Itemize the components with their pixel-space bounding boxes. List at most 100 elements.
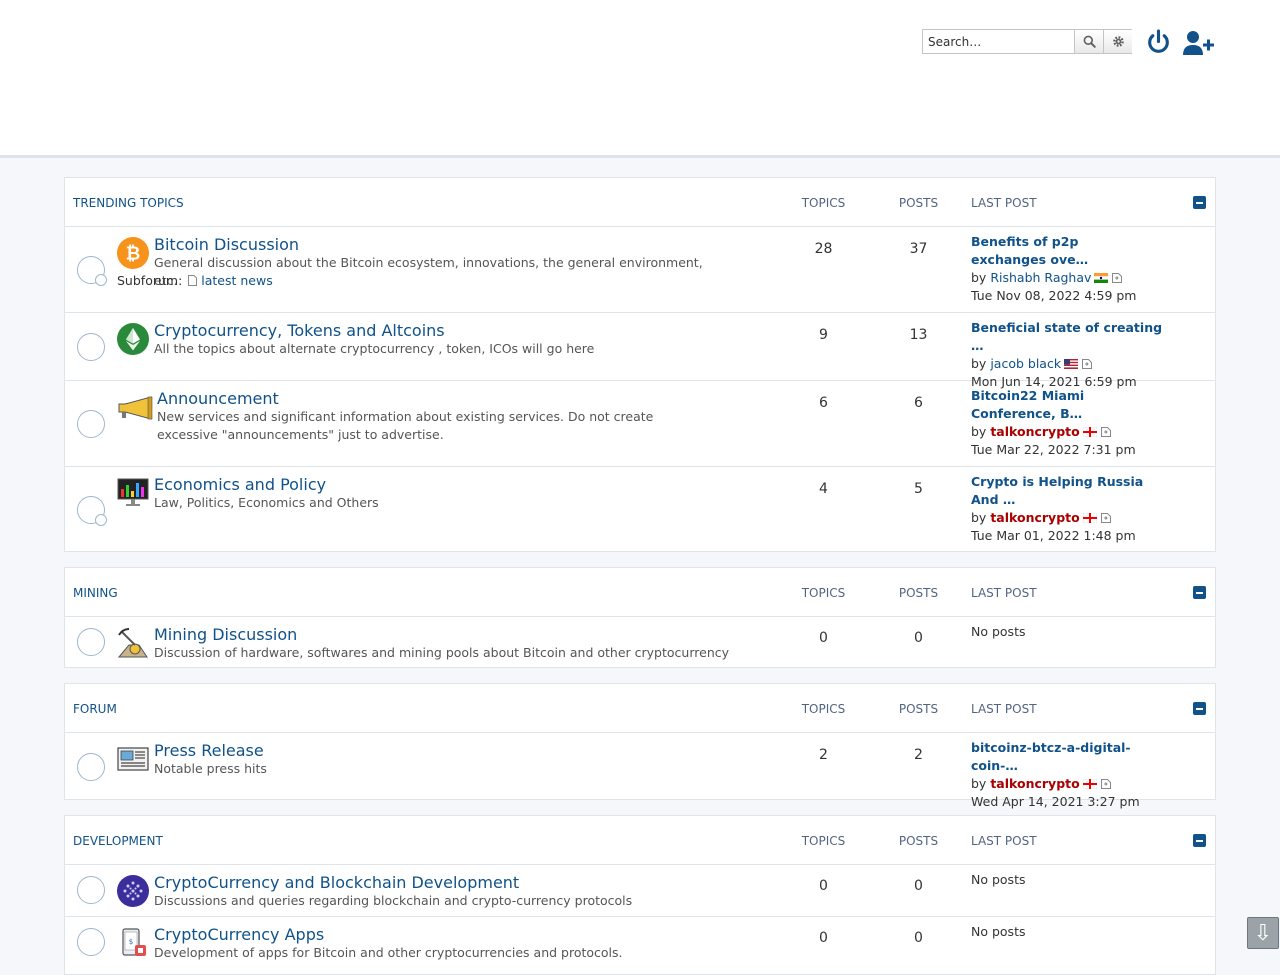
- author-link[interactable]: talkoncrypto: [990, 776, 1079, 791]
- forum-title-link[interactable]: CryptoCurrency and Blockchain Developmen…: [154, 873, 519, 892]
- author-link[interactable]: talkoncrypto: [990, 424, 1079, 439]
- category-forum: Forum Topics Posts Last post Press Relea…: [64, 683, 1216, 809]
- forum-row: Press Release Notable press hits 2 2 bit…: [65, 733, 1215, 809]
- forum-description: Development of apps for Bitcoin and othe…: [154, 945, 623, 960]
- forum-row: Cryptocurrency, Tokens and Altcoins All …: [65, 313, 1215, 389]
- subforum-label: Subforum:: [117, 273, 183, 288]
- ethereum-icon: [117, 323, 149, 355]
- scroll-down-button[interactable]: ⇩: [1247, 917, 1279, 949]
- georgia-flag-icon: [1082, 779, 1097, 789]
- forum-status-icon: [77, 753, 105, 781]
- topics-count: 2: [819, 747, 828, 763]
- arrow-down-icon: ⇩: [1253, 920, 1273, 946]
- topics-count: 0: [819, 630, 828, 646]
- no-posts-text: No posts: [971, 624, 1026, 639]
- by-label: by: [971, 776, 987, 791]
- search-input[interactable]: [923, 30, 1073, 53]
- forum-title-link[interactable]: Cryptocurrency, Tokens and Altcoins: [154, 321, 445, 340]
- column-posts: Posts: [898, 834, 939, 848]
- forum-row: Announcement New services and significan…: [65, 381, 1215, 467]
- no-posts-text: No posts: [971, 924, 1026, 939]
- view-latest-post-icon[interactable]: [1112, 273, 1123, 283]
- view-latest-post-icon[interactable]: [1100, 427, 1111, 437]
- last-post: Benefits of p2p exchanges ove… by Rishab…: [971, 233, 1143, 305]
- last-post: bitcoinz-btcz-a-digital-coin-… by talkon…: [971, 739, 1171, 811]
- last-post-title-link[interactable]: Benefits of p2p exchanges ove…: [971, 233, 1143, 269]
- search-box: [922, 29, 1132, 54]
- login-button[interactable]: [1146, 29, 1171, 60]
- collapse-icon[interactable]: [1193, 586, 1206, 599]
- topics-count: 0: [819, 878, 828, 894]
- column-topics: Topics: [801, 702, 846, 716]
- posts-count: 13: [909, 327, 928, 343]
- view-latest-post-icon[interactable]: [1100, 513, 1111, 523]
- forum-description: All the topics about alternate cryptocur…: [154, 341, 595, 356]
- blockchain-network-icon: [117, 875, 149, 907]
- advanced-search-button[interactable]: [1103, 30, 1132, 53]
- forum-status-icon: [77, 928, 105, 956]
- last-post-title-link[interactable]: Beneficial state of creating …: [971, 319, 1171, 355]
- category-title[interactable]: Trending Topics: [73, 196, 184, 210]
- last-post: No posts: [971, 871, 1171, 889]
- forum-title-link[interactable]: Mining Discussion: [154, 625, 297, 644]
- forum-row: $ CryptoCurrency Apps Development of app…: [65, 917, 1215, 975]
- forum-status-icon: [77, 333, 105, 361]
- forum-row: ₿ Bitcoin Discussion General discussion …: [65, 227, 1215, 313]
- no-posts-text: No posts: [971, 872, 1026, 887]
- power-icon: [1148, 29, 1169, 53]
- last-post: Crypto is Helping Russia And … by talkon…: [971, 473, 1151, 545]
- collapse-icon[interactable]: [1193, 834, 1206, 847]
- column-topics: Topics: [801, 834, 846, 848]
- forum-title-link[interactable]: Economics and Policy: [154, 475, 326, 494]
- forum-title-link[interactable]: CryptoCurrency Apps: [154, 925, 324, 944]
- column-topics: Topics: [801, 586, 846, 600]
- register-button[interactable]: [1182, 29, 1215, 61]
- last-post-author-line: by jacob black: [971, 356, 1093, 371]
- by-label: by: [971, 270, 987, 285]
- mining-pickaxe-icon: [117, 628, 148, 658]
- last-post-author-line: by talkoncrypto: [971, 424, 1111, 439]
- last-post: No posts: [971, 623, 1171, 641]
- category-header: Forum Topics Posts Last post: [65, 684, 1215, 733]
- view-latest-post-icon[interactable]: [1082, 359, 1093, 369]
- last-post-date: Tue Nov 08, 2022 4:59 pm: [971, 288, 1137, 303]
- category-header: Mining Topics Posts Last post: [65, 568, 1215, 617]
- collapse-icon[interactable]: [1193, 702, 1206, 715]
- last-post-title-link[interactable]: Bitcoin22 Miami Conference, B…: [971, 387, 1151, 423]
- column-last-post: Last post: [971, 196, 1037, 210]
- author-link[interactable]: jacob black: [990, 356, 1061, 371]
- category-title[interactable]: Mining: [73, 586, 118, 600]
- column-topics: Topics: [801, 196, 846, 210]
- by-label: by: [971, 424, 987, 439]
- by-label: by: [971, 356, 987, 371]
- subforum-status-icon: [95, 274, 107, 286]
- last-post-title-link[interactable]: bitcoinz-btcz-a-digital-coin-…: [971, 739, 1171, 775]
- georgia-flag-icon: [1082, 427, 1097, 437]
- collapse-icon[interactable]: [1193, 196, 1206, 209]
- topics-count: 0: [819, 930, 828, 946]
- megaphone-icon: [118, 396, 153, 420]
- posts-count: 0: [914, 630, 923, 646]
- column-last-post: Last post: [971, 834, 1037, 848]
- column-last-post: Last post: [971, 702, 1037, 716]
- last-post-title-link[interactable]: Crypto is Helping Russia And …: [971, 473, 1151, 509]
- forum-title-link[interactable]: Announcement: [157, 389, 279, 408]
- forum-status-icon: [77, 496, 107, 526]
- author-link[interactable]: Rishabh Raghav: [990, 270, 1091, 285]
- subforum-link[interactable]: latest news: [201, 273, 272, 288]
- column-posts: Posts: [898, 702, 939, 716]
- by-label: by: [971, 510, 987, 525]
- author-link[interactable]: talkoncrypto: [990, 510, 1079, 525]
- file-icon: [188, 275, 198, 286]
- category-development: Development Topics Posts Last post Crypt…: [64, 815, 1216, 975]
- category-title[interactable]: Development: [73, 834, 163, 848]
- posts-count: 6: [914, 395, 923, 411]
- topics-count: 4: [819, 481, 828, 497]
- search-button[interactable]: [1074, 30, 1103, 53]
- view-latest-post-icon[interactable]: [1100, 779, 1111, 789]
- india-flag-icon: [1094, 273, 1109, 283]
- forum-description: Notable press hits: [154, 761, 267, 776]
- category-title[interactable]: Forum: [73, 702, 117, 716]
- forum-title-link[interactable]: Press Release: [154, 741, 264, 760]
- forum-title-link[interactable]: Bitcoin Discussion: [154, 235, 299, 254]
